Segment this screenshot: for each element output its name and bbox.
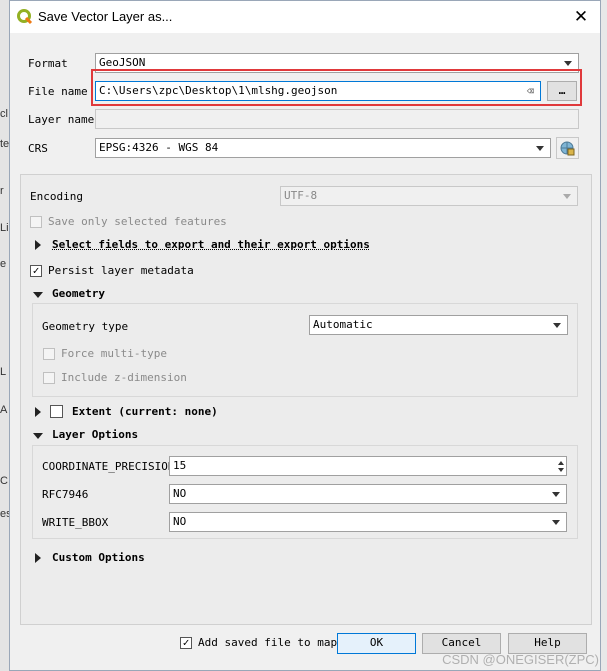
background-text: A [0, 404, 8, 416]
rfc7946-label: RFC7946 [42, 488, 89, 501]
write-bbox-select[interactable]: NO [169, 512, 567, 532]
encoding-value: UTF-8 [284, 189, 318, 202]
force-multi-checkbox[interactable] [43, 348, 55, 360]
title-bar[interactable]: Save Vector Layer as... ✕ [10, 1, 600, 33]
expand-arrow-icon[interactable] [35, 553, 41, 563]
background-text: L [0, 366, 7, 378]
save-selected-label: Save only selected features [48, 215, 227, 228]
watermark: CSDN @ONEGISER(ZPC) [442, 652, 599, 667]
extent-checkbox[interactable] [50, 405, 63, 418]
chevron-down-icon [563, 194, 571, 199]
background-text: te [0, 138, 10, 150]
write-bbox-label: WRITE_BBOX [42, 516, 109, 529]
layer-options-group: COORDINATE_PRECISION 15 RFC7946 NO WRITE… [32, 445, 578, 539]
window-title: Save Vector Layer as... [38, 9, 173, 24]
coord-precision-label: COORDINATE_PRECISION [42, 460, 175, 473]
add-to-map-label: Add saved file to map [198, 636, 338, 649]
background-text: Li [0, 222, 9, 234]
chevron-down-icon [552, 492, 560, 497]
geometry-type-value: Automatic [313, 318, 373, 331]
extent-toggle[interactable]: Extent (current: none) [72, 405, 218, 418]
geometry-type-select[interactable]: Automatic [309, 315, 568, 335]
expand-arrow-icon[interactable] [35, 240, 41, 250]
save-vector-layer-dialog: Save Vector Layer as... ✕ Format GeoJSON… [9, 0, 601, 671]
write-bbox-value: NO [173, 515, 187, 528]
globe-icon [560, 141, 575, 156]
chevron-down-icon [536, 146, 544, 151]
encoding-select[interactable]: UTF-8 [280, 186, 578, 206]
layer-name-label: Layer name [28, 113, 95, 126]
ok-button[interactable]: OK [337, 633, 416, 654]
help-button[interactable]: Help [508, 633, 587, 654]
crs-select[interactable]: EPSG:4326 - WGS 84 [95, 138, 551, 158]
include-z-checkbox[interactable] [43, 372, 55, 384]
background-text: r [0, 185, 4, 197]
save-selected-checkbox[interactable] [30, 216, 42, 228]
qgis-logo-icon [17, 9, 33, 25]
layer-options-toggle[interactable]: Layer Options [52, 428, 138, 441]
crs-selector-button[interactable] [556, 137, 579, 159]
chevron-down-icon [552, 520, 560, 525]
crs-value: EPSG:4326 - WGS 84 [99, 141, 219, 154]
filename-label: File name [28, 85, 88, 98]
geometry-type-label: Geometry type [42, 320, 129, 333]
background-window-right [600, 0, 607, 671]
geometry-group: Geometry type Automatic Force multi-type… [32, 303, 578, 397]
expand-arrow-icon[interactable] [35, 407, 41, 417]
crs-label: CRS [28, 142, 48, 155]
close-icon[interactable]: ✕ [570, 6, 592, 28]
coord-precision-value: 15 [173, 459, 187, 472]
layer-name-input[interactable] [95, 109, 579, 129]
include-z-label: Include z-dimension [61, 371, 187, 384]
persist-metadata-checkbox[interactable]: ✓ [30, 265, 42, 277]
add-to-map-checkbox[interactable]: ✓ [180, 637, 192, 649]
background-text: C [0, 475, 8, 487]
collapse-arrow-icon[interactable] [33, 292, 43, 298]
force-multi-label: Force multi-type [61, 347, 167, 360]
encoding-label: Encoding [30, 190, 83, 203]
coord-precision-spinbox[interactable]: 15 [169, 456, 567, 476]
select-fields-toggle[interactable]: Select fields to export and their export… [52, 238, 370, 251]
chevron-down-icon [564, 61, 572, 66]
background-text: e [0, 258, 7, 270]
cancel-button[interactable]: Cancel [422, 633, 501, 654]
chevron-down-icon [553, 323, 561, 328]
format-label: Format [28, 57, 68, 70]
format-value: GeoJSON [99, 56, 146, 69]
custom-options-toggle[interactable]: Custom Options [52, 551, 145, 564]
collapse-arrow-icon[interactable] [33, 433, 43, 439]
background-text: cl [0, 108, 8, 120]
rfc7946-value: NO [173, 487, 187, 500]
options-panel: Encoding UTF-8 Save only selected featur… [20, 174, 592, 625]
geometry-section-toggle[interactable]: Geometry [52, 287, 105, 300]
highlight-annotation [91, 69, 582, 106]
rfc7946-select[interactable]: NO [169, 484, 567, 504]
persist-metadata-label: Persist layer metadata [48, 264, 194, 277]
spin-up-icon[interactable] [558, 461, 564, 465]
spin-down-icon[interactable] [558, 468, 564, 472]
